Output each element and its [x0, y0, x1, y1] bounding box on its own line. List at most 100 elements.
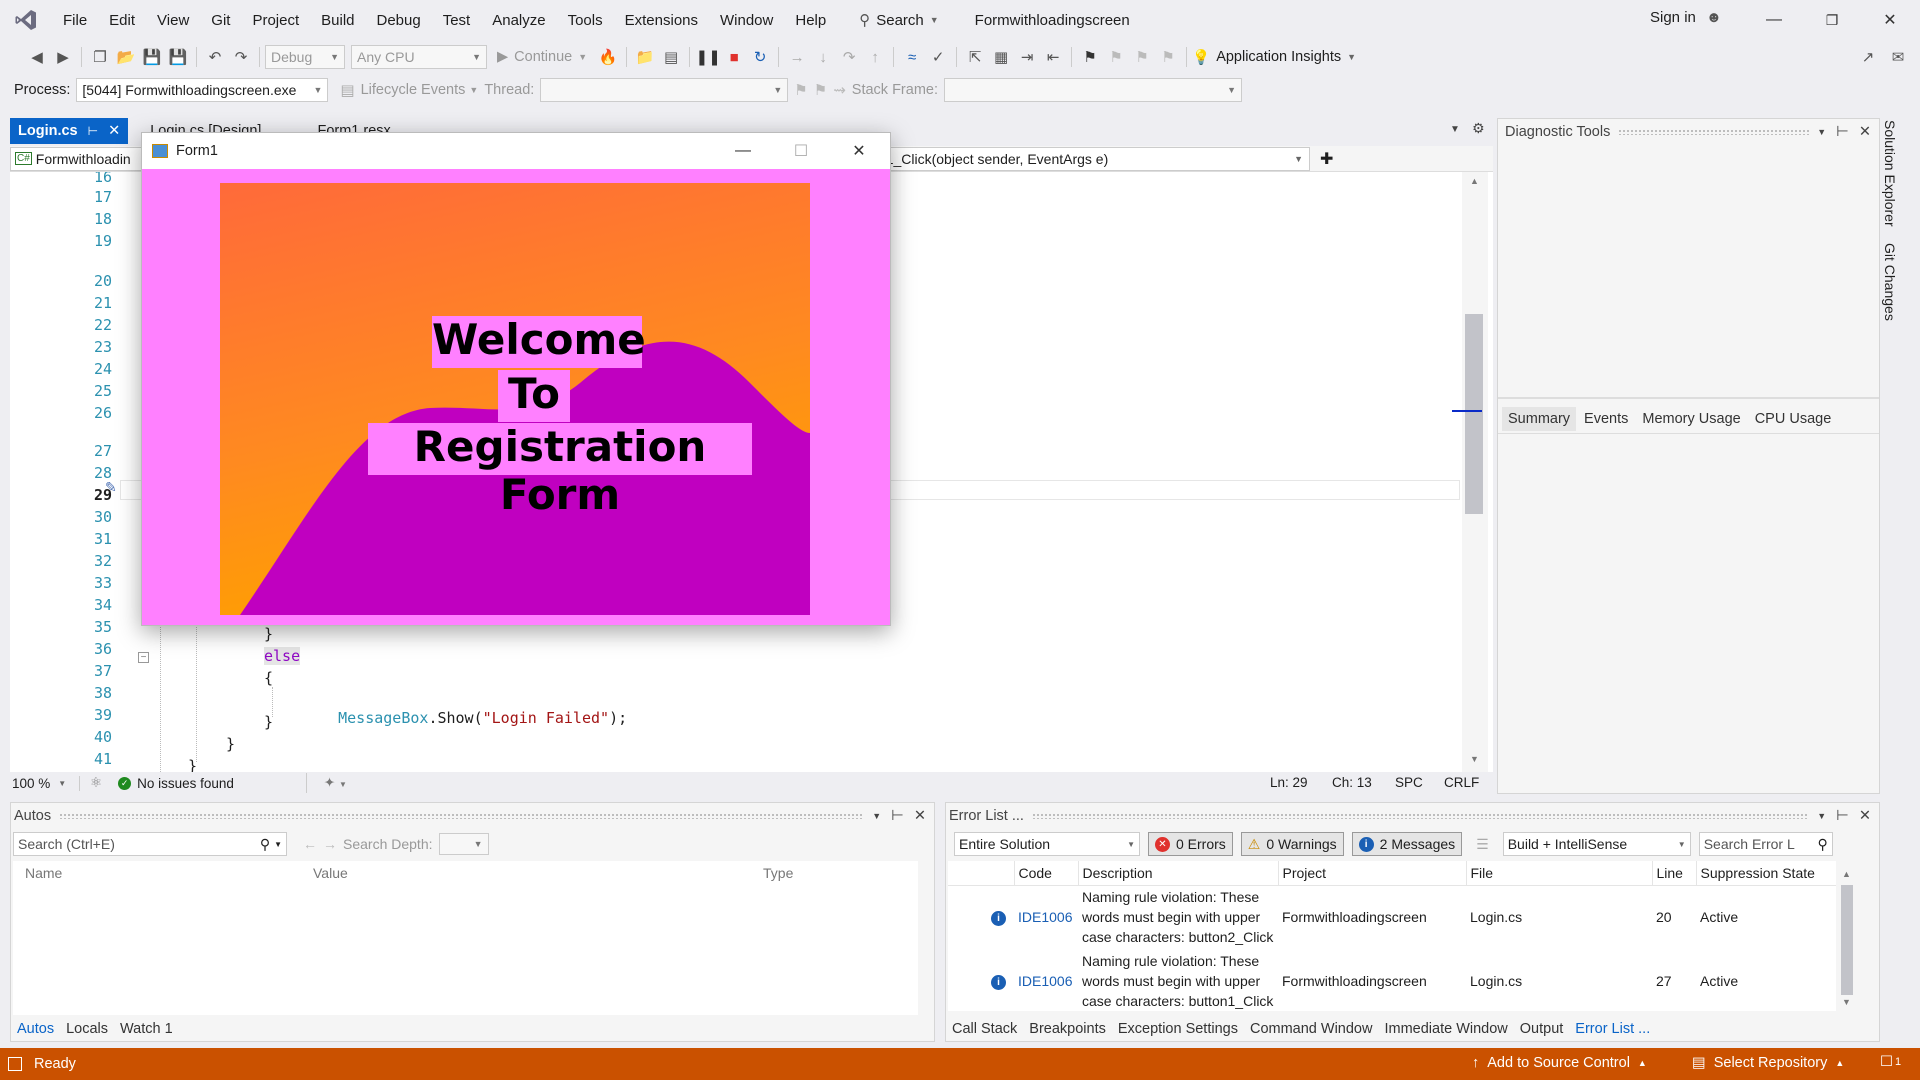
line-ending-indicator[interactable]: CRLF: [1444, 775, 1479, 790]
build-filter-dropdown[interactable]: Build + IntelliSense ▼: [1502, 832, 1691, 856]
messages-filter-button[interactable]: i 2 Messages: [1351, 832, 1463, 856]
chevron-down-icon[interactable]: ▼: [872, 811, 881, 821]
quick-actions-icon[interactable]: ✎: [105, 479, 117, 496]
next-bookmark-icon[interactable]: ⚑: [1129, 44, 1155, 70]
process-dropdown[interactable]: [5044] Formwithloadingscreen.exe ▼: [76, 78, 329, 102]
menu-build[interactable]: Build: [310, 0, 365, 40]
menu-git[interactable]: Git: [200, 0, 241, 40]
split-window-icon[interactable]: ✚: [1320, 149, 1333, 169]
show-next-statement-icon[interactable]: →: [784, 44, 810, 70]
chevron-down-icon[interactable]: ▼: [1817, 811, 1826, 821]
error-search-input[interactable]: Search Error L ⚲: [1698, 832, 1833, 856]
menu-debug[interactable]: Debug: [366, 0, 432, 40]
collapse-icon[interactable]: −: [138, 652, 149, 663]
browse-icon[interactable]: 📁: [632, 44, 658, 70]
scroll-down-icon[interactable]: ▼: [1842, 997, 1851, 1007]
stop-icon[interactable]: ■: [721, 44, 747, 70]
chevron-down-icon[interactable]: ▼: [1817, 127, 1826, 137]
tab-command-window[interactable]: Command Window: [1244, 1021, 1379, 1037]
tab-call-stack[interactable]: Call Stack: [946, 1021, 1023, 1037]
visual-studio-logo-icon[interactable]: [0, 0, 52, 40]
menu-window[interactable]: Window: [709, 0, 784, 40]
close-icon[interactable]: ✕: [1859, 808, 1871, 824]
column-value[interactable]: Value: [313, 865, 763, 881]
tab-events[interactable]: Events: [1578, 411, 1634, 427]
navigate-forward-icon[interactable]: ▶: [50, 44, 76, 70]
lifecycle-events-dropdown[interactable]: Lifecycle Events ▼: [361, 82, 479, 98]
copilot-icon[interactable]: ⚛: [90, 775, 102, 791]
clear-bookmarks-icon[interactable]: ⚑: [1155, 44, 1181, 70]
error-code-link[interactable]: IDE1006: [1014, 885, 1078, 949]
diagnostics-icon[interactable]: ≈: [899, 44, 925, 70]
search-back-icon[interactable]: ←: [303, 836, 317, 852]
close-button[interactable]: ✕: [1861, 2, 1919, 38]
outdent-icon[interactable]: ⇤: [1040, 44, 1066, 70]
step-out-icon[interactable]: ↑: [862, 44, 888, 70]
menu-tools[interactable]: Tools: [557, 0, 614, 40]
table-row[interactable]: i IDE1006 Naming rule violation: These w…: [948, 885, 1858, 949]
live-share-icon[interactable]: ↗: [1855, 44, 1881, 70]
pin-icon[interactable]: ⊢: [1836, 808, 1849, 824]
column-file[interactable]: File: [1466, 861, 1653, 885]
live-visual-tree-icon[interactable]: ▦: [988, 44, 1014, 70]
flag-threads-icon[interactable]: ⚑: [814, 83, 827, 98]
tab-autos[interactable]: Autos: [11, 1021, 60, 1037]
new-item-icon[interactable]: ❐: [87, 44, 113, 70]
search-forward-icon[interactable]: →: [323, 836, 337, 852]
zoom-dropdown[interactable]: 100 % ▼: [10, 775, 80, 791]
close-icon[interactable]: ✕: [914, 808, 926, 824]
menu-edit[interactable]: Edit: [98, 0, 146, 40]
menu-extensions[interactable]: Extensions: [614, 0, 709, 40]
menu-test[interactable]: Test: [432, 0, 482, 40]
bookmark-icon[interactable]: ⚑: [1077, 44, 1103, 70]
indent-icon[interactable]: ⇥: [1014, 44, 1040, 70]
filter-icon[interactable]: ☰: [1476, 836, 1489, 853]
column-type[interactable]: Type: [763, 865, 793, 881]
form1-maximize-button[interactable]: ☐: [772, 133, 830, 169]
search-button[interactable]: ⚲ Search ▼: [859, 0, 938, 40]
column-indicator[interactable]: Ch: 13: [1332, 775, 1372, 790]
search-depth-dropdown[interactable]: ▼: [438, 833, 489, 855]
member-dropdown[interactable]: ◈ button1_Click(object sender, EventArgs…: [825, 146, 1310, 171]
column-description[interactable]: Description: [1078, 861, 1279, 885]
stack-frame-dropdown[interactable]: ▼: [944, 78, 1242, 102]
pin-icon[interactable]: ⊢: [88, 124, 98, 138]
menu-view[interactable]: View: [146, 0, 200, 40]
tab-error-list[interactable]: Error List ...: [1569, 1021, 1656, 1037]
restore-button[interactable]: ❐: [1803, 2, 1861, 38]
tab-watch-1[interactable]: Watch 1: [114, 1021, 179, 1037]
column-project[interactable]: Project: [1278, 861, 1467, 885]
scroll-up-icon[interactable]: ▲: [1470, 176, 1479, 186]
menu-file[interactable]: File: [52, 0, 98, 40]
tab-cpu-usage[interactable]: CPU Usage: [1749, 411, 1838, 427]
save-icon[interactable]: 💾: [139, 44, 165, 70]
autos-search-input[interactable]: Search (Ctrl+E) ⚲ ▼: [13, 832, 287, 856]
show-threads-icon[interactable]: ⇝: [833, 83, 846, 98]
form1-titlebar[interactable]: Form1 — ☐ ✕: [142, 133, 890, 169]
menu-help[interactable]: Help: [784, 0, 837, 40]
gear-icon[interactable]: ⚙: [1472, 120, 1485, 137]
column-name[interactable]: Name: [13, 865, 313, 881]
editor-vertical-scrollbar[interactable]: ▲ ▼: [1452, 172, 1488, 772]
flag-icon[interactable]: ⚑: [794, 83, 807, 98]
code-cleanup-icon[interactable]: ✦ ▼: [324, 775, 347, 791]
close-icon[interactable]: ✕: [108, 123, 120, 139]
line-indicator[interactable]: Ln: 29: [1270, 775, 1308, 790]
navigate-back-icon[interactable]: ◀: [24, 44, 50, 70]
error-code-link[interactable]: IDE1006: [1014, 949, 1078, 1011]
issues-indicator[interactable]: ✓ No issues found: [118, 776, 234, 791]
solution-explorer-tab[interactable]: Solution Explorer: [1882, 116, 1898, 231]
account-icon[interactable]: ☻: [1706, 10, 1722, 25]
select-repository-button[interactable]: ▤ Select Repository ▲: [1692, 1055, 1844, 1071]
close-icon[interactable]: ✕: [1859, 124, 1871, 140]
warnings-filter-button[interactable]: ⚠ 0 Warnings: [1240, 832, 1344, 856]
sign-in-link[interactable]: Sign in: [1650, 9, 1696, 26]
scroll-up-icon[interactable]: ▲: [1842, 869, 1851, 879]
form1-minimize-button[interactable]: —: [714, 133, 772, 169]
tab-login-cs[interactable]: Login.cs ⊢ ✕: [10, 118, 129, 144]
column-line[interactable]: Line: [1652, 861, 1697, 885]
open-folder-icon[interactable]: 📂: [113, 44, 139, 70]
undo-icon[interactable]: ↶: [202, 44, 228, 70]
feedback-icon[interactable]: ✉: [1885, 44, 1911, 70]
drag-handle[interactable]: [1618, 129, 1810, 135]
